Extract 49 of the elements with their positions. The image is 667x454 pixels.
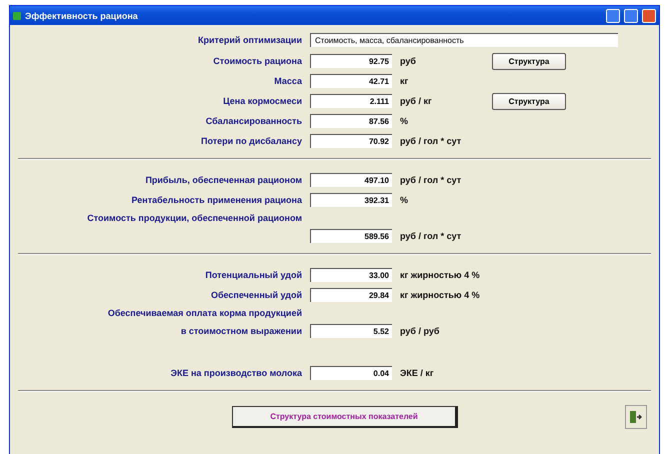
- field-label: Цена кормосмеси: [222, 96, 302, 106]
- field-label: Сбалансированность: [204, 116, 302, 126]
- structure-button[interactable]: Структура стоимостных показателей: [232, 406, 458, 428]
- field-label: Прибыль, обеспеченная рационом: [144, 175, 302, 185]
- exit-button[interactable]: [625, 405, 647, 429]
- value-field[interactable]: 29.84: [310, 288, 392, 302]
- value-field[interactable]: 2.111: [310, 94, 392, 108]
- unit-label: кг: [400, 76, 410, 86]
- window-title: Эффективность рациона: [25, 10, 139, 20]
- field-label: Масса: [273, 76, 302, 86]
- value-field[interactable]: 0.04: [310, 366, 392, 380]
- field-label: Рентабельность применения рациона: [130, 195, 302, 205]
- field-label: в стоимостном выражении: [180, 326, 302, 336]
- unit-label: кг жирностью 4 %: [400, 290, 481, 300]
- value-field[interactable]: 87.56: [310, 114, 392, 128]
- value-field[interactable]: 33.00: [310, 268, 392, 282]
- unit-label: руб / гол * сут: [400, 231, 462, 241]
- structure-button[interactable]: Структура: [492, 52, 566, 70]
- field-label: Критерий оптимизации: [196, 35, 302, 45]
- criterion-field[interactable]: Стоимость, масса, сбалансированность: [310, 33, 618, 47]
- unit-label: %: [400, 116, 410, 126]
- value-field[interactable]: 589.56: [310, 229, 392, 243]
- unit-label: руб / руб: [400, 326, 440, 336]
- field-label: Потенциальный удой: [204, 270, 302, 280]
- value-field[interactable]: 92.75: [310, 54, 392, 68]
- structure-button[interactable]: Структура: [492, 92, 566, 110]
- unit-label: руб / кг: [400, 96, 433, 106]
- unit-label: %: [400, 195, 410, 205]
- maximize-button[interactable]: [624, 8, 638, 22]
- field-label: Обеспечиваемая оплата корма продукцией: [106, 308, 302, 318]
- door-exit-icon: [629, 410, 643, 424]
- unit-label: ЭКЕ / кг: [400, 368, 435, 378]
- field-label: Обеспеченный удой: [210, 290, 302, 300]
- value-field[interactable]: 392.31: [310, 193, 392, 207]
- minimize-button[interactable]: [606, 8, 620, 22]
- value-field[interactable]: 70.92: [310, 134, 392, 148]
- window-icon: [13, 12, 21, 20]
- unit-label: кг жирностью 4 %: [400, 270, 481, 280]
- value-field[interactable]: 497.10: [310, 173, 392, 187]
- field-label: ЭКЕ на производство молока: [170, 368, 302, 378]
- field-label: Стоимость продукции, обеспеченной рационом: [86, 213, 302, 223]
- unit-label: руб / гол * сут: [400, 136, 462, 146]
- value-field[interactable]: 42.71: [310, 74, 392, 88]
- close-button[interactable]: [642, 8, 656, 22]
- unit-label: руб / гол * сут: [400, 175, 462, 185]
- field-label: Стоимость рациона: [212, 56, 302, 66]
- field-label: Потери по дисбалансу: [200, 136, 302, 146]
- value-field[interactable]: 5.52: [310, 324, 392, 338]
- unit-label: руб: [400, 56, 417, 66]
